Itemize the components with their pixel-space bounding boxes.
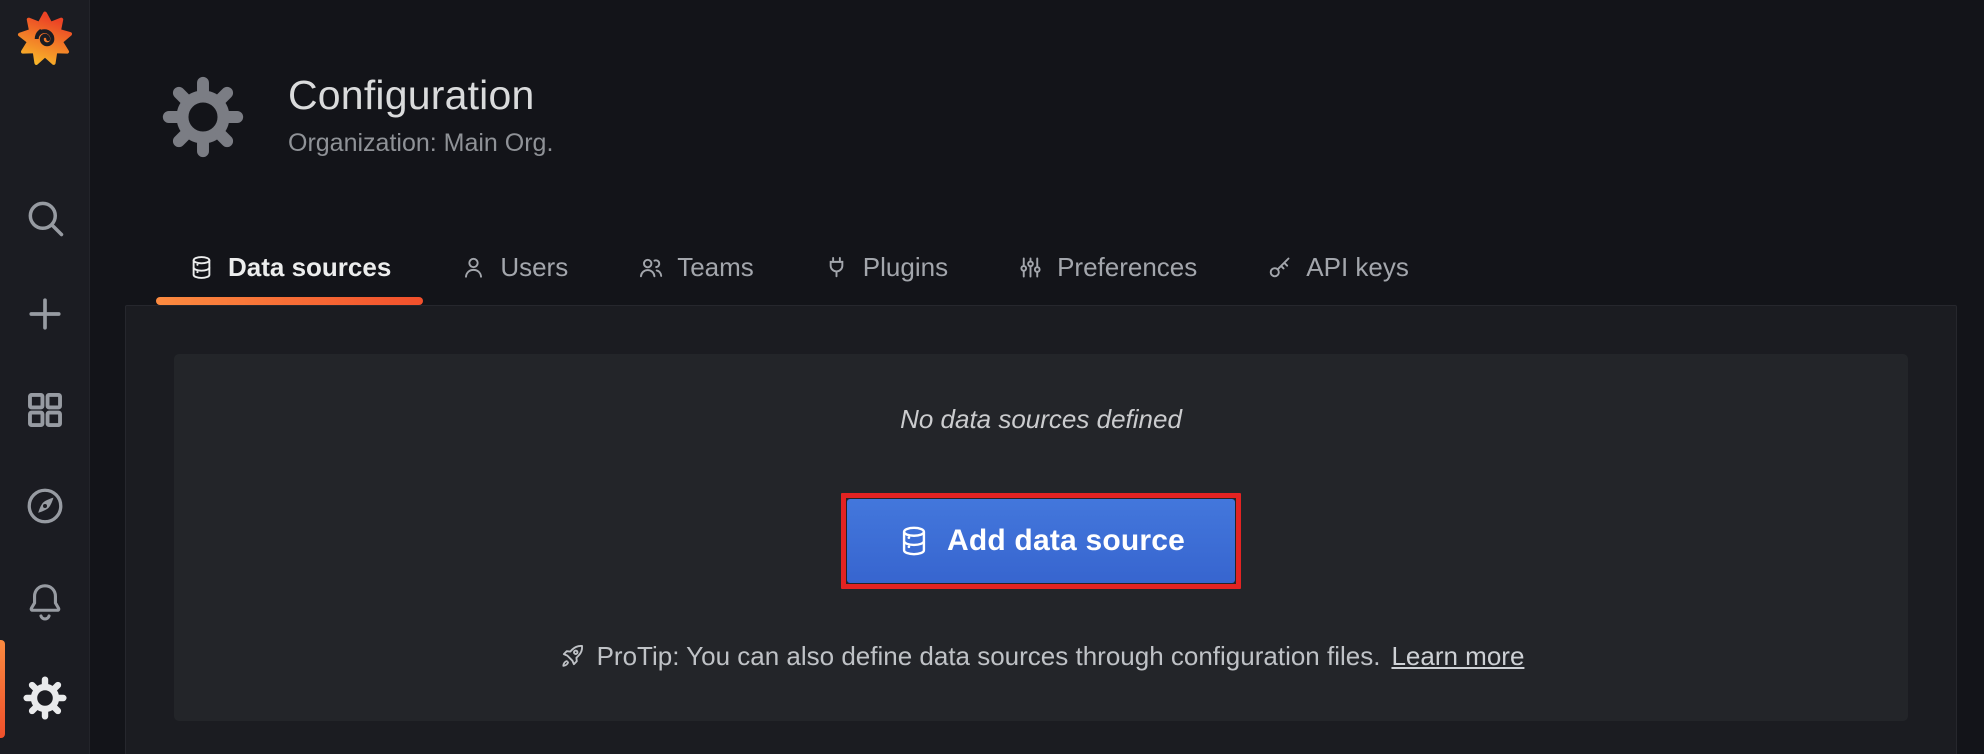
page-header: Configuration Organization: Main Org. [288, 69, 553, 158]
tab-users[interactable]: Users [428, 230, 600, 305]
tab-label: API keys [1306, 252, 1409, 283]
configuration-gear-icon [162, 76, 244, 158]
sidebar-item-create[interactable] [21, 290, 69, 338]
sidebar [0, 0, 90, 754]
sidebar-active-indicator [0, 640, 5, 738]
plug-icon [823, 254, 850, 281]
page-title: Configuration [288, 69, 553, 121]
tab-label: Data sources [228, 252, 391, 283]
empty-state-box: No data sources defined Add data source … [174, 354, 1908, 721]
tab-api-keys[interactable]: API keys [1234, 230, 1441, 305]
tab-data-sources[interactable]: Data sources [156, 230, 423, 305]
bell-icon [23, 580, 67, 624]
sidebar-item-search[interactable] [21, 194, 69, 242]
sliders-icon [1017, 254, 1044, 281]
sidebar-item-explore[interactable] [21, 482, 69, 530]
red-highlight-box: Add data source [841, 493, 1241, 589]
sidebar-item-dashboards[interactable] [21, 386, 69, 434]
add-data-source-label: Add data source [947, 524, 1185, 558]
user-icon [460, 254, 487, 281]
tab-label: Preferences [1057, 252, 1197, 283]
config-tabs: Data sources Users Teams Plugins Prefere… [156, 230, 1446, 305]
tab-label: Plugins [863, 252, 948, 283]
learn-more-link[interactable]: Learn more [1391, 641, 1524, 671]
grafana-logo[interactable] [15, 9, 75, 69]
key-icon [1266, 254, 1293, 281]
plus-icon [23, 292, 67, 336]
protip-text: ProTip: You can also define data sources… [597, 641, 1381, 671]
protip-row: ProTip: You can also define data sources… [558, 641, 1525, 671]
add-data-source-button[interactable]: Add data source [847, 499, 1235, 583]
users-icon [637, 254, 664, 281]
search-icon [23, 196, 67, 240]
tab-label: Users [500, 252, 568, 283]
tab-preferences[interactable]: Preferences [985, 230, 1229, 305]
page-subtitle: Organization: Main Org. [288, 128, 553, 158]
database-icon [897, 524, 931, 558]
gear-icon [23, 676, 67, 720]
data-sources-panel: No data sources defined Add data source … [125, 305, 1957, 754]
sidebar-item-alerting[interactable] [21, 578, 69, 626]
rocket-icon [558, 642, 586, 670]
sidebar-item-configuration[interactable] [21, 674, 69, 722]
tab-teams[interactable]: Teams [605, 230, 786, 305]
tab-plugins[interactable]: Plugins [791, 230, 980, 305]
compass-icon [23, 484, 67, 528]
tab-label: Teams [677, 252, 754, 283]
apps-icon [23, 388, 67, 432]
empty-state-message: No data sources defined [900, 402, 1182, 436]
database-icon [188, 254, 215, 281]
